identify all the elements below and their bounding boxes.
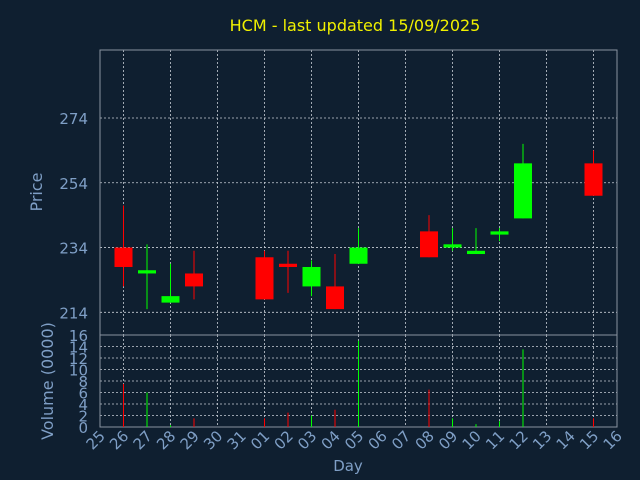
volume-panel: 0246810121416 [69, 327, 618, 437]
x-tick-label: 05 [341, 427, 367, 453]
price-tick-label: 254 [59, 175, 88, 193]
price-tick-label: 274 [59, 110, 88, 128]
candle-body [326, 286, 344, 310]
price-plot-border [99, 49, 618, 336]
x-tick-label: 06 [365, 427, 391, 453]
x-tick-label: 12 [506, 427, 532, 453]
candle-body [185, 273, 203, 287]
candle-body [420, 231, 438, 258]
x-tick-label: 01 [247, 427, 273, 453]
candle-body [443, 244, 462, 248]
x-tick-label: 30 [200, 427, 226, 453]
price-axis-label: Price [27, 172, 46, 211]
x-tick-label: 10 [459, 427, 485, 453]
x-tick-label: 03 [294, 427, 320, 453]
candle-body [467, 250, 485, 255]
x-tick-label: 27 [130, 427, 156, 453]
candle-body [161, 296, 180, 303]
price-tick-label: 234 [59, 240, 88, 258]
x-tick-label: 08 [412, 427, 438, 453]
x-tick-label: 07 [388, 427, 414, 453]
x-tick-label: 09 [435, 427, 461, 453]
candle-body [514, 163, 532, 219]
x-tick-label: 13 [529, 427, 555, 453]
x-axis-label: Day [333, 457, 363, 475]
candle-body [255, 257, 274, 300]
x-tick-label: 16 [600, 427, 626, 453]
x-tick-label: 02 [271, 427, 297, 453]
x-tick-label: 28 [153, 427, 179, 453]
candle-body [349, 247, 368, 264]
candle-body [302, 266, 321, 287]
x-tick-label: 15 [576, 427, 602, 453]
candle-body [114, 247, 133, 267]
x-tick-labels: 2526272829303101020304050607080910111213… [83, 427, 626, 453]
x-tick-label: 31 [224, 427, 250, 453]
x-tick-label: 26 [106, 427, 132, 453]
candle-body [490, 231, 509, 235]
chart-title: HCM - last updated 15/09/2025 [230, 16, 481, 35]
x-tick-label: 04 [318, 427, 344, 453]
x-tick-label: 14 [553, 427, 579, 453]
volume-tick-label: 16 [69, 327, 88, 345]
candle-body [279, 263, 297, 267]
volume-axis-label: Volume (0000) [38, 322, 57, 440]
x-tick-label: 29 [177, 427, 203, 453]
candle-body [138, 270, 156, 274]
price-panel: 214 234 254 274 [59, 49, 618, 336]
candlestick-chart: HCM - last updated 15/09/2025 Price Volu… [27, 16, 626, 475]
price-tick-label: 214 [59, 304, 88, 322]
candle-body [584, 163, 603, 196]
x-tick-label: 11 [482, 427, 508, 453]
